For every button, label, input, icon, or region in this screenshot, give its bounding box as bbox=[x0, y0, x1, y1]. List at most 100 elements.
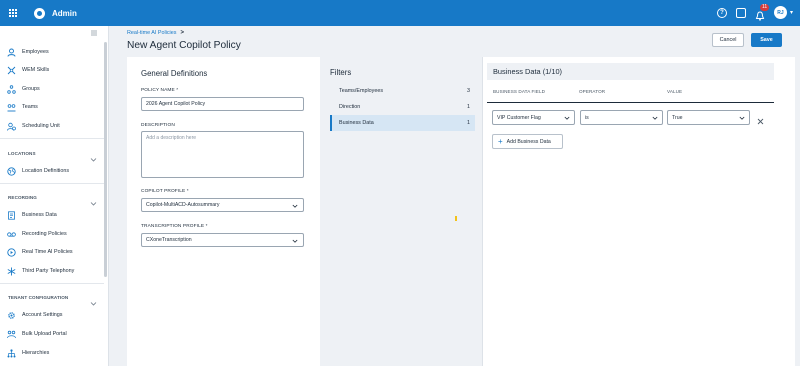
upload-icon bbox=[7, 330, 16, 339]
business-data-field-select[interactable]: VIP Customer Flag bbox=[492, 110, 575, 125]
sidebar-item-label: Recording Policies bbox=[22, 231, 67, 237]
logo-icon bbox=[34, 7, 45, 19]
recording-icon bbox=[7, 230, 16, 239]
policy-name-value: 2026 Agent Copilot Policy bbox=[146, 101, 206, 107]
sidebar-item-hierarchies[interactable]: Hierarchies bbox=[7, 346, 49, 360]
description-textarea[interactable]: Add a description here bbox=[141, 131, 304, 178]
filter-label: Teams/Employees bbox=[339, 88, 384, 94]
sidebar-scrollbar[interactable] bbox=[104, 42, 107, 277]
value-value: True bbox=[672, 114, 683, 121]
filter-direction[interactable]: Direction 1 bbox=[330, 99, 475, 115]
value-select[interactable]: True bbox=[667, 110, 750, 125]
sidebar-item-label: WEM Skills bbox=[22, 67, 50, 73]
sidebar-item-location-definitions[interactable]: Location Definitions bbox=[7, 164, 69, 178]
sidebar-item-wem-skills[interactable]: WEM Skills bbox=[7, 63, 49, 77]
filter-count: 3 bbox=[467, 88, 470, 94]
filter-business-data[interactable]: Business Data 1 bbox=[330, 115, 475, 131]
app-title: Admin bbox=[52, 8, 77, 18]
section-recording: RECORDING bbox=[8, 195, 37, 200]
section-title: General Definitions bbox=[141, 69, 208, 78]
chevron-down-icon[interactable] bbox=[90, 294, 97, 306]
sidebar-item-label: Business Data bbox=[22, 212, 57, 218]
app-launcher-icon[interactable] bbox=[9, 8, 18, 18]
sidebar-item-third-party-telephony[interactable]: Third Party Telephony bbox=[7, 264, 74, 278]
operator-select[interactable]: is bbox=[580, 110, 663, 125]
scheduling-icon bbox=[7, 122, 16, 131]
policy-name-label: POLICY NAME * bbox=[141, 88, 179, 93]
sidebar-item-groups[interactable]: Groups bbox=[7, 82, 40, 96]
sidebar-item-scheduling-unit[interactable]: Scheduling Unit bbox=[7, 119, 60, 133]
divider bbox=[0, 283, 104, 284]
chevron-down-icon bbox=[564, 115, 570, 121]
copilot-profile-label: COPILOT PROFILE * bbox=[141, 189, 189, 194]
sidebar-item-teams[interactable]: Teams bbox=[7, 100, 38, 114]
add-button-label: Add Business Data bbox=[506, 138, 551, 145]
sidebar-item-business-data[interactable]: Business Data bbox=[7, 208, 57, 222]
chevron-down-icon[interactable] bbox=[90, 150, 97, 162]
policy-name-field[interactable]: 2026 Agent Copilot Policy bbox=[141, 97, 304, 111]
copilot-profile-select[interactable]: Copilot-MultiACD-Autosummary bbox=[141, 198, 304, 212]
column-header-field: BUSINESS DATA FIELD bbox=[493, 89, 546, 94]
telephony-icon bbox=[7, 267, 16, 276]
sidebar-item-label: Employees bbox=[22, 49, 49, 55]
sidebar-item-label: Third Party Telephony bbox=[22, 268, 75, 274]
add-business-data-button[interactable]: + Add Business Data bbox=[492, 134, 563, 149]
play-icon bbox=[7, 247, 16, 257]
column-header-operator: OPERATOR bbox=[579, 89, 606, 94]
filters-title: Filters bbox=[330, 68, 352, 77]
breadcrumb-link[interactable]: Real-time AI Policies bbox=[127, 30, 176, 36]
remove-row-close-icon[interactable] bbox=[756, 113, 765, 125]
description-placeholder: Add a description here bbox=[146, 135, 197, 141]
business-data-icon bbox=[7, 210, 16, 220]
notifications-bell-icon[interactable]: 11 bbox=[755, 3, 770, 21]
sidebar-item-recording-policies[interactable]: Recording Policies bbox=[7, 227, 67, 241]
transcription-profile-label: TRANSCRIPTION PROFILE * bbox=[141, 224, 208, 229]
sidebar-item-label: Bulk Upload Portal bbox=[22, 331, 67, 337]
sidebar-item-label: Account Settings bbox=[22, 312, 63, 318]
menu-collapse-icon[interactable] bbox=[90, 29, 98, 37]
chevron-down-icon[interactable] bbox=[90, 194, 97, 206]
sidebar-item-employees[interactable]: Employees bbox=[7, 45, 49, 59]
general-definitions-panel: General Definitions POLICY NAME * 2026 A… bbox=[127, 57, 320, 366]
page-title: New Agent Copilot Policy bbox=[127, 40, 241, 51]
business-data-panel: Business Data (1/10) BUSINESS DATA FIELD… bbox=[483, 57, 795, 366]
section-locations: LOCATIONS bbox=[8, 151, 36, 156]
sidebar-item-label: Location Definitions bbox=[22, 168, 70, 174]
header-divider bbox=[487, 102, 774, 103]
chevron-down-icon bbox=[292, 203, 298, 209]
top-bar: Admin ? 11 RJ ▾ bbox=[0, 0, 800, 26]
sidebar-item-account-settings[interactable]: Account Settings bbox=[7, 308, 62, 322]
skills-icon bbox=[7, 66, 16, 75]
field-value: VIP Customer Flag bbox=[497, 114, 541, 121]
chevron-down-icon bbox=[292, 238, 298, 244]
sidebar-item-real-time-ai-policies[interactable]: Real Time AI Policies bbox=[7, 245, 73, 259]
hierarchy-icon bbox=[7, 348, 16, 358]
save-button[interactable]: Save bbox=[751, 33, 782, 47]
user-avatar[interactable]: RJ bbox=[773, 6, 787, 19]
sidebar-item-label: Real Time AI Policies bbox=[22, 249, 73, 255]
help-icon[interactable]: ? bbox=[716, 7, 727, 18]
column-header-value: VALUE bbox=[667, 89, 683, 94]
plus-icon: + bbox=[498, 136, 503, 146]
chevron-down-icon[interactable]: ▾ bbox=[790, 9, 793, 16]
sidebar-item-label: Teams bbox=[22, 104, 38, 110]
teams-icon bbox=[7, 103, 16, 112]
required-mark: * bbox=[205, 224, 208, 229]
cancel-button[interactable]: Cancel bbox=[712, 33, 744, 47]
sidebar-item-bulk-upload-portal[interactable]: Bulk Upload Portal bbox=[7, 327, 67, 341]
transcription-profile-value: CXoneTranscription bbox=[146, 237, 192, 243]
breadcrumb: Real-time AI Policies > bbox=[127, 30, 184, 36]
filter-teams-employees[interactable]: Teams/Employees 3 bbox=[330, 83, 475, 99]
copilot-profile-value: Copilot-MultiACD-Autosummary bbox=[146, 202, 220, 208]
chevron-down-icon bbox=[739, 115, 745, 121]
operator-value: is bbox=[585, 114, 589, 121]
apps-icon[interactable] bbox=[735, 7, 746, 18]
notification-count-badge: 11 bbox=[759, 3, 770, 11]
sidebar-item-label: Groups bbox=[22, 86, 40, 92]
globe-icon bbox=[7, 166, 16, 176]
divider bbox=[0, 138, 104, 139]
transcription-profile-select[interactable]: CXoneTranscription bbox=[141, 233, 304, 247]
breadcrumb-separator: > bbox=[180, 30, 184, 36]
filter-label: Direction bbox=[339, 104, 361, 110]
chevron-down-icon bbox=[652, 115, 658, 121]
